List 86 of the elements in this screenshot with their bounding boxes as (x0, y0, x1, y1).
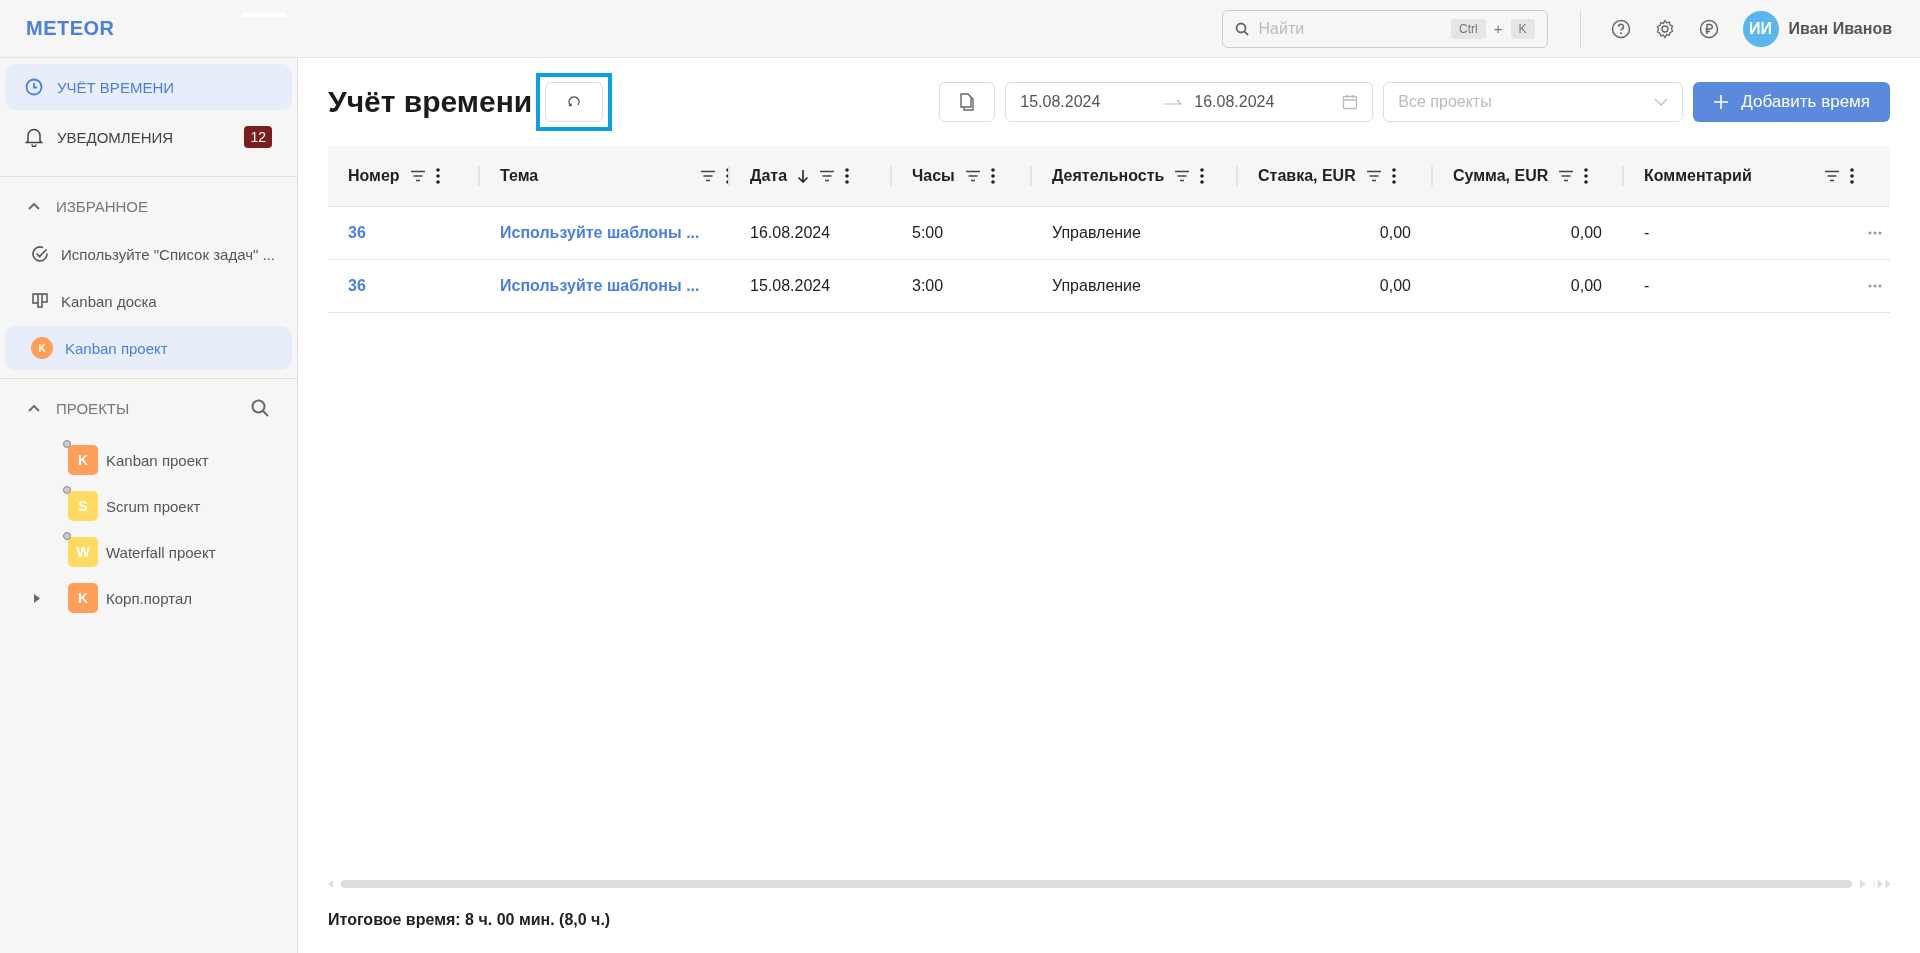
search-input[interactable]: Найти (1256, 18, 1444, 39)
date-range-field[interactable]: 15.08.2024 16.08.2024 (1005, 82, 1374, 122)
expand-caret-icon[interactable] (34, 593, 40, 603)
user-name[interactable]: Иван Иванов (1788, 19, 1892, 38)
favorite-item[interactable]: Используйте "Список задач" ... (5, 232, 292, 276)
clock-icon (25, 78, 43, 96)
project-avatar: K (31, 337, 53, 359)
sort-down-icon[interactable] (797, 169, 810, 183)
help-icon[interactable] (1610, 18, 1631, 39)
page-title: Учёт времени (328, 85, 533, 119)
project-avatar: S (68, 491, 98, 521)
more-vertical-icon[interactable] (990, 168, 995, 184)
filter-icon[interactable] (1174, 170, 1191, 182)
copy-button[interactable] (939, 82, 996, 122)
table-cell: 0,00 (1570, 277, 1602, 294)
table-cell: 15.08.2024 (750, 277, 831, 294)
project-avatar: W (68, 537, 98, 567)
table-link[interactable]: Используйте шаблоны ... (500, 277, 700, 294)
table-link[interactable]: 36 (348, 277, 366, 294)
table-cell: Управление (1052, 224, 1141, 241)
table-cell: 0,00 (1379, 224, 1411, 241)
project-item[interactable]: K Корп.портал (5, 575, 292, 621)
filter-icon[interactable] (1824, 170, 1840, 182)
notification-count: 12 (244, 126, 272, 148)
section-title: ИЗБРАННОЕ (56, 197, 149, 215)
table-cell: - (1644, 224, 1650, 241)
column-header[interactable]: Комментарий (1644, 167, 1752, 185)
table-cell: - (1644, 277, 1650, 294)
table-cell: Управление (1052, 277, 1141, 294)
table-link[interactable]: 36 (348, 224, 366, 241)
filter-icon[interactable] (1365, 170, 1382, 182)
more-vertical-icon[interactable] (1584, 168, 1589, 184)
column-header[interactable]: Сумма, EUR (1453, 167, 1549, 185)
more-vertical-icon[interactable] (1850, 168, 1854, 184)
table-cell: 3:00 (912, 277, 944, 294)
column-header[interactable]: Тема (500, 167, 539, 185)
settings-icon[interactable] (1654, 18, 1675, 39)
search-icon[interactable] (250, 398, 270, 418)
chevron-icon[interactable] (28, 202, 40, 210)
column-header[interactable]: Дата (750, 167, 788, 185)
chevron-icon[interactable] (28, 404, 40, 412)
project-avatar: K (68, 583, 98, 613)
bell-icon (25, 127, 43, 147)
table-cell: 0,00 (1570, 224, 1602, 241)
copy-icon (959, 93, 976, 111)
scrollbar-thumb[interactable] (341, 880, 1852, 888)
project-item[interactable]: W Waterfall проект (5, 529, 292, 575)
filter-icon[interactable] (1558, 170, 1575, 182)
column-header[interactable]: Часы (912, 167, 955, 185)
keyboard-key: Ctrl (1451, 18, 1486, 39)
more-vertical-icon[interactable] (435, 168, 440, 184)
filter-icon[interactable] (964, 170, 981, 182)
column-header[interactable]: Деятельность (1052, 167, 1165, 185)
column-header[interactable]: Номер (348, 167, 400, 185)
board-icon (31, 292, 49, 310)
filter-icon[interactable] (819, 170, 836, 182)
more-vertical-icon[interactable] (1200, 168, 1205, 184)
project-item[interactable]: S Scrum проект (5, 483, 292, 529)
table-cell: 0,00 (1379, 277, 1411, 294)
check-circle-icon (31, 245, 49, 263)
section-title: ПРОЕКТЫ (56, 399, 130, 417)
filter-icon[interactable] (700, 170, 716, 182)
search-field[interactable]: Найти Ctrl + K (1221, 9, 1548, 48)
more-horizontal-icon[interactable] (1868, 284, 1882, 288)
filter-icon[interactable] (409, 170, 426, 182)
search-icon (1234, 21, 1249, 36)
plus-icon (1713, 94, 1730, 110)
table-link[interactable]: Используйте шаблоны ... (500, 224, 700, 241)
total-time: Итоговое время: 8 ч. 00 мин. (8,0 ч.) (328, 911, 612, 929)
more-vertical-icon[interactable] (1391, 168, 1396, 184)
chevron-down-icon (1654, 98, 1669, 106)
favorite-item[interactable]: Kanban доска (5, 279, 292, 323)
project-item[interactable]: K Kanban проект (5, 437, 292, 483)
key-separator: + (1493, 20, 1503, 37)
table-cell: 16.08.2024 (750, 224, 831, 241)
refresh-icon (567, 95, 582, 109)
table-cell: 5:00 (912, 224, 944, 241)
app-logo[interactable]: METEOR (26, 17, 115, 40)
project-avatar: K (68, 445, 98, 475)
nav-item[interactable]: УВЕДОМЛЕНИЯ 12 (5, 114, 292, 160)
column-header[interactable]: Ставка, EUR (1258, 167, 1356, 185)
more-horizontal-icon[interactable] (1868, 231, 1882, 235)
more-vertical-icon[interactable] (845, 168, 850, 184)
keyboard-key: K (1510, 18, 1535, 39)
ruble-icon[interactable] (1698, 18, 1719, 39)
calendar-icon (1342, 94, 1359, 110)
